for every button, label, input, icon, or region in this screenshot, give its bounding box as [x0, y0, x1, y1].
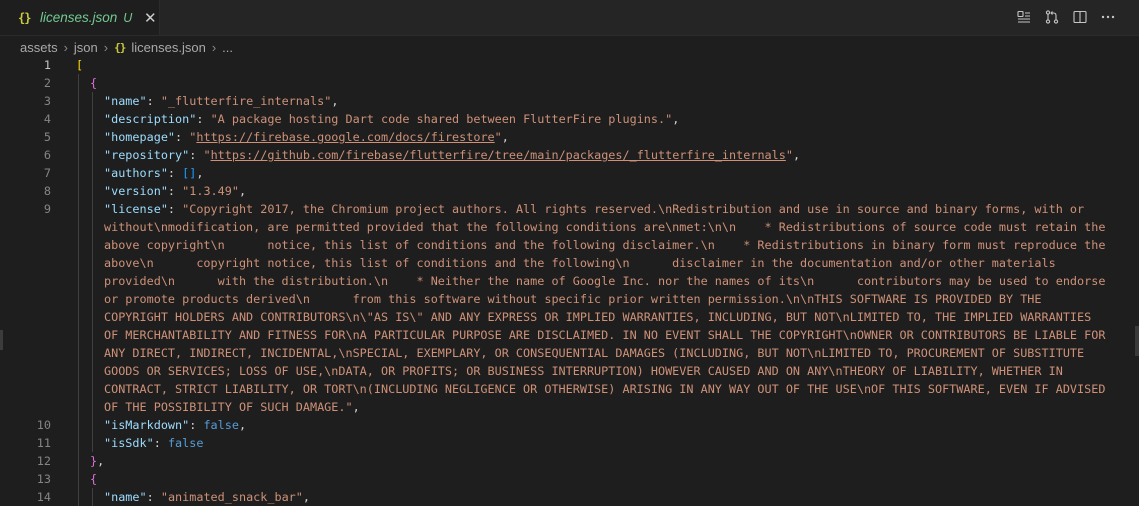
- repository-link[interactable]: https://github.com/firebase/flutterfire/…: [211, 148, 786, 162]
- code-line: "isSdk": false: [104, 436, 204, 450]
- line-number: 14: [36, 490, 51, 504]
- split-editor-icon[interactable]: [1071, 8, 1089, 26]
- code-line-wrapped: provided\n with the distribution.\n * Ne…: [104, 274, 1106, 288]
- breadcrumb: assets › json › {} licenses.json › ...: [20, 36, 233, 58]
- code-line-wrapped: COPYRIGHT HOLDERS AND CONTRIBUTORS\n\"AS…: [104, 310, 1092, 324]
- code-line: },: [90, 454, 105, 468]
- code-line-wrapped: OF THE POSSIBILITY OF SUCH DAMAGE.",: [104, 400, 360, 414]
- scrollbar-thumb[interactable]: [1135, 326, 1139, 356]
- json-file-icon: {}: [18, 10, 31, 25]
- code-line-wrapped: ANY DIRECT, INDIRECT, INCIDENTAL,\nSPECI…: [104, 346, 1085, 360]
- untracked-status-badge: U: [123, 10, 133, 25]
- code-line-wrapped: OF MERCHANTABILITY AND FITNESS FOR\nA PA…: [104, 328, 1106, 342]
- homepage-link[interactable]: https://firebase.google.com/docs/firesto…: [196, 130, 494, 144]
- indent-guide: [78, 74, 79, 506]
- code-line-wrapped: or promote products derived\n from this …: [104, 292, 1042, 306]
- line-number: 3: [43, 94, 51, 108]
- code-line: {: [90, 472, 98, 486]
- line-number-gutter: 1 2 3 4 5 6 7 8 9 10 11 12 13 14: [0, 56, 55, 506]
- code-line-wrapped: above\n copyright notice, this list of c…: [104, 256, 1056, 270]
- code-line: [: [76, 58, 84, 72]
- indent-guide: [92, 92, 93, 452]
- close-icon[interactable]: ✕: [143, 9, 157, 27]
- line-number: 9: [43, 202, 51, 216]
- line-number: 11: [36, 436, 51, 450]
- line-number: 10: [36, 418, 51, 432]
- code-line: "homepage": "https://firebase.google.com…: [104, 130, 509, 144]
- line-number: 7: [43, 166, 51, 180]
- breadcrumb-item-json[interactable]: json: [74, 40, 98, 55]
- code-line: "license": "Copyright 2017, the Chromium…: [104, 202, 1085, 216]
- line-number: 2: [43, 76, 51, 90]
- line-number: 13: [36, 472, 51, 486]
- editor-actions: [1015, 8, 1117, 26]
- code-line-wrapped: GOODS OR SERVICES; LOSS OF USE,\nDATA, O…: [104, 364, 1063, 378]
- tab-licenses-json[interactable]: {} licenses.json U ✕: [0, 0, 160, 35]
- line-number: 4: [43, 112, 51, 126]
- code-line: "version": "1.3.49",: [104, 184, 247, 198]
- git-timeline-icon[interactable]: [1043, 8, 1061, 26]
- code-line: "name": "_flutterfire_internals",: [104, 94, 339, 108]
- compare-changes-icon[interactable]: [1015, 8, 1033, 26]
- line-number: 1: [43, 58, 51, 72]
- json-file-icon: {}: [114, 40, 126, 54]
- more-actions-icon[interactable]: [1099, 8, 1117, 26]
- code-line: "isMarkdown": false,: [104, 418, 247, 432]
- tab-filename: licenses.json: [40, 10, 118, 25]
- line-number: 8: [43, 184, 51, 198]
- editor-tab-bar: {} licenses.json U ✕: [0, 0, 1139, 36]
- chevron-right-icon: ›: [103, 39, 109, 55]
- line-number: 12: [36, 454, 51, 468]
- breadcrumb-item-assets[interactable]: assets: [20, 40, 58, 55]
- breadcrumb-item-licenses-json[interactable]: licenses.json: [131, 40, 205, 55]
- code-line: "repository": "https://github.com/fireba…: [104, 148, 801, 162]
- line-number: 6: [43, 148, 51, 162]
- chevron-right-icon: ›: [211, 39, 217, 55]
- code-line: "description": "A package hosting Dart c…: [104, 112, 680, 126]
- code-line: "authors": [],: [104, 166, 204, 180]
- chevron-right-icon: ›: [63, 39, 68, 55]
- breadcrumb-item-more[interactable]: ...: [222, 40, 233, 55]
- code-line: "name": "animated_snack_bar",: [104, 490, 310, 504]
- indent-guide: [92, 488, 93, 506]
- code-line-wrapped: without\nmodification, are permitted pro…: [104, 220, 1106, 234]
- code-line-wrapped: CONTRACT, STRICT LIABILITY, OR TORT\n(IN…: [104, 382, 1106, 396]
- code-line: {: [90, 76, 98, 90]
- code-line-wrapped: above copyright\n notice, this list of c…: [104, 238, 1106, 252]
- line-number: 5: [43, 130, 51, 144]
- code-editor[interactable]: 1 2 3 4 5 6 7 8 9 10 11 12 13 14 [ { "na…: [0, 56, 1139, 506]
